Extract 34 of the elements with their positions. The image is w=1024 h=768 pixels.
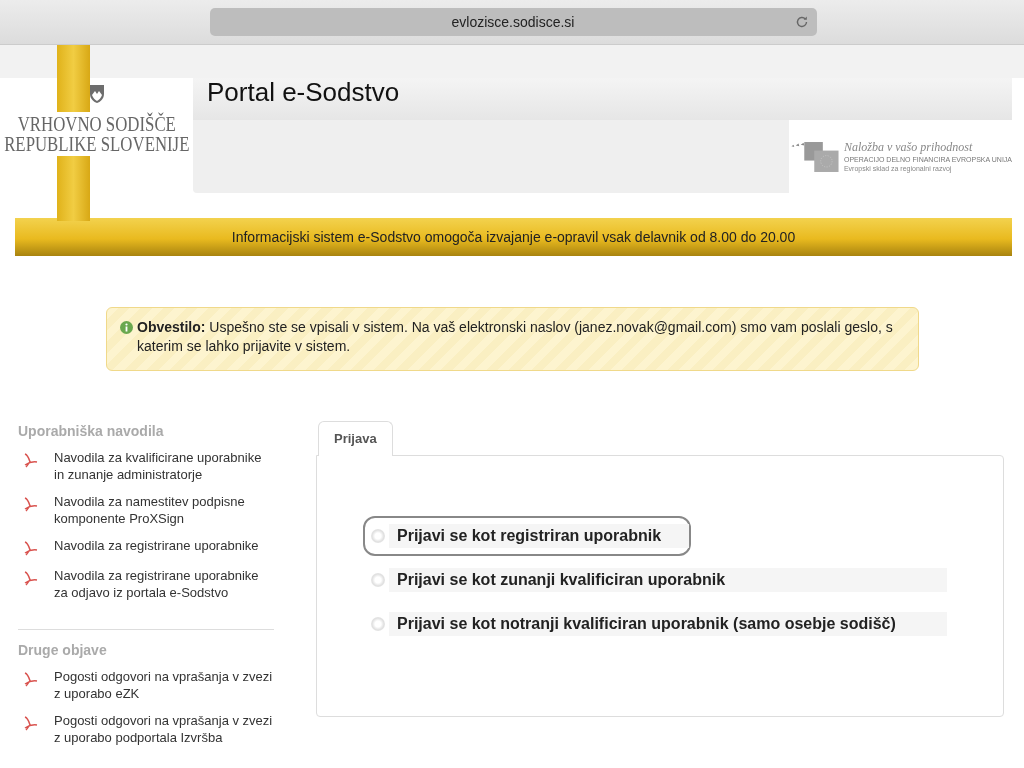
pdf-icon bbox=[22, 451, 40, 469]
document-link[interactable]: Navodila za registrirane uporabnike bbox=[54, 537, 259, 557]
option-label[interactable]: Prijavi se kot zunanji kvalificiran uporabnik bbox=[389, 568, 947, 592]
eu-slogan: Naložba v vašo prihodnost bbox=[843, 140, 974, 155]
pdf-icon bbox=[22, 569, 40, 587]
pdf-icon bbox=[22, 714, 40, 732]
pdf-icon bbox=[22, 670, 40, 688]
document-link[interactable]: Pogosti odgovori na vprašanja v zvezi z uporabo eZK bbox=[54, 668, 274, 702]
option-label[interactable]: Prijavi se kot registriran uporabnik bbox=[389, 524, 689, 548]
pdf-icon bbox=[22, 539, 40, 557]
crest-icon bbox=[88, 84, 105, 104]
pdf-icon bbox=[22, 495, 40, 513]
section-heading: Uporabniška navodila bbox=[18, 423, 165, 439]
reload-icon[interactable] bbox=[794, 15, 809, 29]
page-title: Portal e-Sodstvo bbox=[193, 78, 1012, 120]
focused-option[interactable]: Prijavi se kot registriran uporabnik bbox=[363, 516, 691, 556]
tab[interactable]: Prijava bbox=[318, 421, 393, 456]
section-heading: Druge objave bbox=[18, 642, 108, 658]
radio-button[interactable] bbox=[371, 573, 385, 587]
address-bar[interactable]: evlozisce.sodisce.si bbox=[209, 8, 817, 36]
radio-button[interactable] bbox=[371, 617, 385, 631]
url-text: evlozisce.sodisce.si bbox=[451, 14, 575, 30]
option-label[interactable]: Prijavi se kot notranji kvalificiran uporabnik (samo osebje sodišč) bbox=[389, 612, 947, 636]
document-link[interactable]: Navodila za namestitev podpisne komponente ProXSign bbox=[54, 493, 274, 527]
eu-flag-icon bbox=[790, 139, 840, 174]
document-link[interactable]: Navodila za kvalificirane uporabnike in zunanje administratorje bbox=[54, 449, 274, 483]
notice-text: Obvestilo: Uspešno ste se vpisali v sistem. Na vaš elektronski naslov (janez.novak@gmail.com) smo vam poslali geslo, s katerim se lahko prijavite v sistem. bbox=[137, 318, 894, 356]
info-icon bbox=[120, 321, 133, 334]
document-link[interactable]: Pogosti odgovori na vprašanja v zvezi z uporabo podportala Izvršba bbox=[54, 712, 274, 746]
logo-text: REPUBLIKE SLOVENIJE bbox=[3, 134, 190, 154]
document-link[interactable]: Navodila za registrirane uporabnike za odjavo iz portala e-Sodstvo bbox=[54, 567, 274, 601]
banner-text: Informacijski sistem e-Sodstvo omogoča izvajanje e-opravil vsak delavnik od 8.00 do 20.00 bbox=[231, 229, 796, 245]
radio-button[interactable] bbox=[371, 529, 385, 543]
logo-text: VRHOVNO SODIŠČE bbox=[16, 114, 177, 134]
